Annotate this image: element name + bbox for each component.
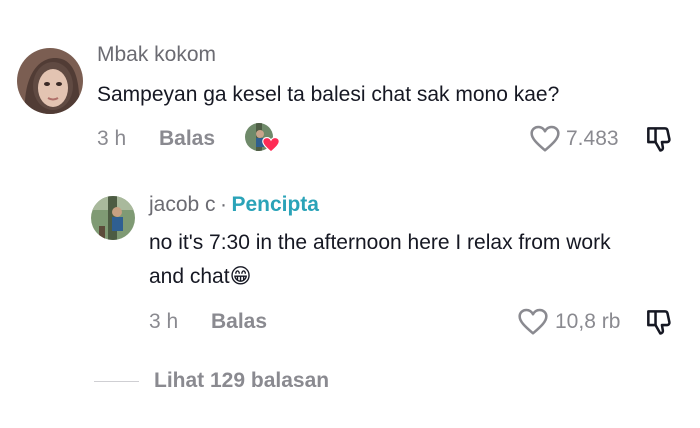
- creator-label: Pencipta: [231, 193, 319, 216]
- reply-like-count: 10,8 rb: [555, 310, 621, 333]
- commenter-username[interactable]: Mbak kokom: [97, 43, 216, 67]
- comment-text: Sampeyan ga kesel ta balesi chat sak mon…: [97, 83, 560, 106]
- creator-username[interactable]: jacob c: [149, 193, 216, 216]
- reply-text-line2: and chat😁: [149, 260, 251, 294]
- reply-header: jacob c · Pencipta: [149, 193, 319, 217]
- commenter-avatar[interactable]: [17, 48, 83, 114]
- creator-avatar[interactable]: [91, 196, 135, 240]
- heart-outline-icon[interactable]: [529, 123, 561, 155]
- reply-to-reply-button[interactable]: Balas: [211, 310, 267, 334]
- username-separator: ·: [220, 193, 227, 216]
- view-replies-button[interactable]: Lihat 129 balasan: [154, 369, 329, 393]
- like-count: 7.483: [566, 127, 619, 150]
- reply-timestamp: 3 h: [149, 310, 179, 333]
- reply-dislike-icon[interactable]: [643, 306, 675, 338]
- comment-timestamp: 3 h: [97, 127, 127, 150]
- creator-liked-badge: [245, 123, 280, 155]
- reply-text-line2-text: and chat: [149, 265, 230, 288]
- grin-emoji: 😁: [229, 265, 252, 288]
- reply-button[interactable]: Balas: [159, 127, 215, 151]
- reply-heart-outline-icon[interactable]: [517, 306, 549, 338]
- reply-text-line1: no it's 7:30 in the afternoon here I rel…: [149, 231, 611, 254]
- view-replies-divider: [94, 381, 139, 382]
- liked-heart-icon: [262, 136, 280, 154]
- dislike-icon[interactable]: [643, 123, 675, 155]
